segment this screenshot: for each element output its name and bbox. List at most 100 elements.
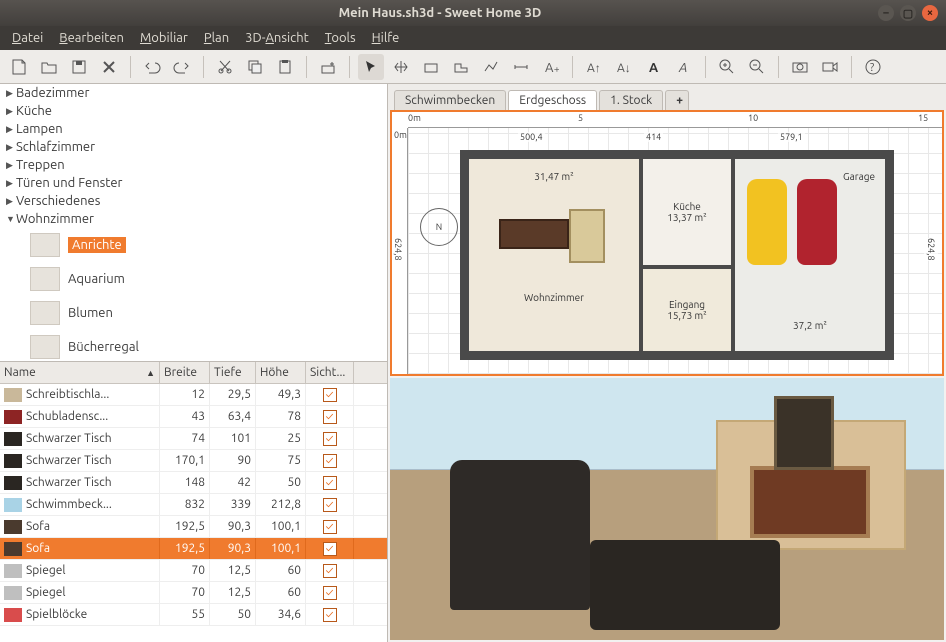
ruler-vertical: 0m 624,8 xyxy=(392,128,408,374)
table-row[interactable]: Schwarzer Tisch170,19075✓ xyxy=(0,450,387,472)
visibility-checkbox[interactable]: ✓ xyxy=(323,476,337,490)
add-tab-button[interactable]: + xyxy=(665,90,689,110)
photo-icon[interactable] xyxy=(787,54,813,80)
catalog-item[interactable]: Anrichte xyxy=(0,228,387,262)
create-dimensions-icon[interactable] xyxy=(508,54,534,80)
catalog-category[interactable]: ▶Türen und Fenster xyxy=(0,174,387,192)
zoom-out-icon[interactable] xyxy=(744,54,770,80)
catalog-item[interactable]: Bücherregal xyxy=(0,330,387,362)
undo-icon[interactable] xyxy=(139,54,165,80)
cut-icon[interactable] xyxy=(212,54,238,80)
view-3d[interactable] xyxy=(390,378,944,640)
catalog-category[interactable]: ▶Schlafzimmer xyxy=(0,138,387,156)
svg-text:A₊: A₊ xyxy=(545,61,559,75)
furniture-icon xyxy=(4,388,22,402)
select-icon[interactable] xyxy=(358,54,384,80)
close-button[interactable]: × xyxy=(922,5,938,21)
text-bold-icon[interactable]: A xyxy=(641,54,667,80)
dimension-label: 579,1 xyxy=(778,132,805,142)
menu-plan[interactable]: Plan xyxy=(198,29,235,47)
catalog-item[interactable]: Blumen xyxy=(0,296,387,330)
catalog-category[interactable]: ▶Verschiedenes xyxy=(0,192,387,210)
save-icon[interactable] xyxy=(66,54,92,80)
menu-3d-ansicht[interactable]: 3D-Ansicht xyxy=(239,29,315,47)
help-icon[interactable]: ? xyxy=(860,54,886,80)
menu-mobiliar[interactable]: Mobiliar xyxy=(134,29,194,47)
visibility-checkbox[interactable]: ✓ xyxy=(323,454,337,468)
sofa-plan[interactable] xyxy=(499,219,569,249)
room-eingang[interactable]: Eingang 15,73 m² xyxy=(641,267,733,353)
room-wohnzimmer[interactable]: 31,47 m² Wohnzimmer xyxy=(467,157,641,353)
table-row[interactable]: Spielblöcke555034,6✓ xyxy=(0,604,387,626)
redo-icon[interactable] xyxy=(169,54,195,80)
menu-bearbeiten[interactable]: Bearbeiten xyxy=(53,29,130,47)
table-row[interactable]: Schwarzer Tisch1484250✓ xyxy=(0,472,387,494)
table-row[interactable]: Schubladensc...4363,478✓ xyxy=(0,406,387,428)
catalog-item[interactable]: Aquarium xyxy=(0,262,387,296)
visibility-checkbox[interactable]: ✓ xyxy=(323,432,337,446)
visibility-checkbox[interactable]: ✓ xyxy=(323,608,337,622)
menu-tools[interactable]: Tools xyxy=(319,29,362,47)
car-yellow[interactable] xyxy=(747,179,787,265)
room-garage[interactable]: Garage 37,2 m² xyxy=(733,157,887,353)
furniture-icon xyxy=(4,608,22,622)
plan-tabs: SchwimmbeckenErdgeschoss1. Stock+ xyxy=(388,84,946,110)
col-name[interactable]: Name▲ xyxy=(0,362,160,383)
create-rooms-icon[interactable] xyxy=(448,54,474,80)
plan-tab[interactable]: Schwimmbecken xyxy=(394,90,506,110)
catalog-category[interactable]: ▶Küche xyxy=(0,102,387,120)
copy-icon[interactable] xyxy=(242,54,268,80)
table-row[interactable]: Schwarzer Tisch7410125✓ xyxy=(0,428,387,450)
menu-datei[interactable]: Datei xyxy=(6,29,49,47)
add-furniture-icon[interactable] xyxy=(315,54,341,80)
menu-hilfe[interactable]: Hilfe xyxy=(366,29,406,47)
text-italic-icon[interactable]: A xyxy=(671,54,697,80)
visibility-checkbox[interactable]: ✓ xyxy=(323,542,337,556)
video-icon[interactable] xyxy=(817,54,843,80)
visibility-checkbox[interactable]: ✓ xyxy=(323,564,337,578)
table-row[interactable]: Spiegel7012,560✓ xyxy=(0,560,387,582)
room-kueche[interactable]: Küche 13,37 m² xyxy=(641,157,733,267)
paste-icon[interactable] xyxy=(272,54,298,80)
col-sicht[interactable]: Sicht... xyxy=(306,362,354,383)
visibility-checkbox[interactable]: ✓ xyxy=(323,410,337,424)
catalog-category[interactable]: ▶Lampen xyxy=(0,120,387,138)
new-icon[interactable] xyxy=(6,54,32,80)
plan-view[interactable]: 0m51015 0m 624,8 N 500,4 414 579,1 624,8… xyxy=(390,110,944,376)
visibility-checkbox[interactable]: ✓ xyxy=(323,586,337,600)
svg-text:A↑: A↑ xyxy=(587,62,601,75)
visibility-checkbox[interactable]: ✓ xyxy=(323,520,337,534)
visibility-checkbox[interactable]: ✓ xyxy=(323,498,337,512)
visibility-checkbox[interactable]: ✓ xyxy=(323,388,337,402)
col-breite[interactable]: Breite xyxy=(160,362,210,383)
armchair-3d xyxy=(450,460,590,610)
thumbnail-icon xyxy=(30,335,60,359)
zoom-in-icon[interactable] xyxy=(714,54,740,80)
create-walls-icon[interactable] xyxy=(418,54,444,80)
maximize-button[interactable]: ▢ xyxy=(900,5,916,21)
catalog-category[interactable]: ▶Badezimmer xyxy=(0,84,387,102)
table-row[interactable]: Spiegel7012,560✓ xyxy=(0,582,387,604)
catalog-category[interactable]: ▶Treppen xyxy=(0,156,387,174)
table-row[interactable]: Schwimmbeck...832339212,8✓ xyxy=(0,494,387,516)
preferences-icon[interactable] xyxy=(96,54,122,80)
plan-tab[interactable]: Erdgeschoss xyxy=(508,90,597,110)
furniture-catalog[interactable]: ▶Badezimmer▶Küche▶Lampen▶Schlafzimmer▶Tr… xyxy=(0,84,387,362)
text-increase-icon[interactable]: A↑ xyxy=(581,54,607,80)
catalog-category[interactable]: ▼Wohnzimmer xyxy=(0,210,387,228)
plan-canvas[interactable]: N 500,4 414 579,1 624,8 31,47 m² Wohnzim… xyxy=(408,128,942,374)
pan-icon[interactable] xyxy=(388,54,414,80)
table-row[interactable]: Schreibtischla...1229,549,3✓ xyxy=(0,384,387,406)
minimize-button[interactable]: – xyxy=(878,5,894,21)
create-polylines-icon[interactable] xyxy=(478,54,504,80)
col-hoehe[interactable]: Höhe xyxy=(256,362,306,383)
col-tiefe[interactable]: Tiefe xyxy=(210,362,256,383)
table-row[interactable]: Sofa192,590,3100,1✓ xyxy=(0,516,387,538)
create-text-icon[interactable]: A₊ xyxy=(538,54,564,80)
plan-tab[interactable]: 1. Stock xyxy=(599,90,663,110)
car-red[interactable] xyxy=(797,179,837,265)
text-decrease-icon[interactable]: A↓ xyxy=(611,54,637,80)
rug-plan[interactable] xyxy=(569,209,605,263)
table-row[interactable]: Sofa192,590,3100,1✓ xyxy=(0,538,387,560)
open-icon[interactable] xyxy=(36,54,62,80)
